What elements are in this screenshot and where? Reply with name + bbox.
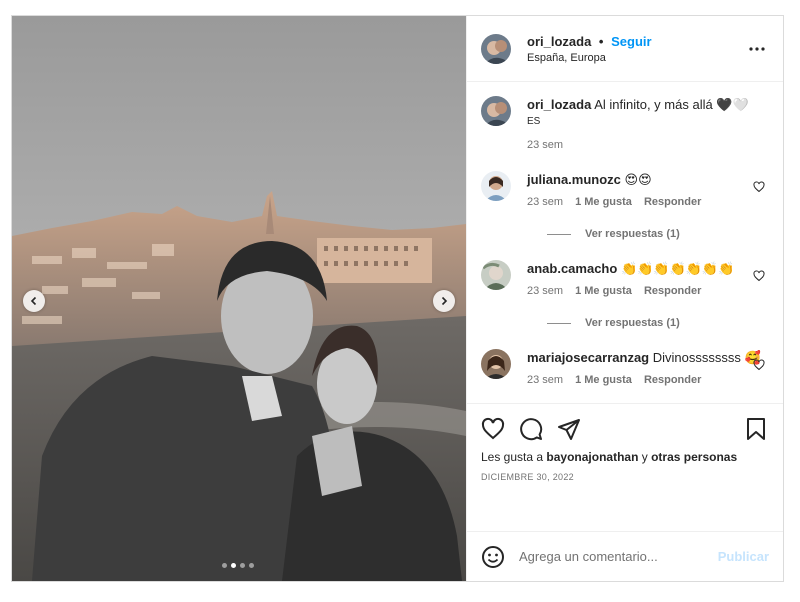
author-avatar[interactable] [481,33,511,64]
post-location[interactable]: España, Europa [527,52,652,64]
post-side-panel: ori_lozada • Seguir España, Europa ori_l… [466,16,783,581]
more-horizontal-icon [749,47,765,51]
more-options-button[interactable] [749,40,765,51]
previous-slide-button[interactable] [23,290,45,312]
comment-username[interactable]: anab.camacho [527,261,617,276]
comment-likes[interactable]: 1 Me gusta [575,374,632,386]
likes-prefix: Les gusta a [481,450,544,464]
comment-likes[interactable]: 1 Me gusta [575,196,632,208]
comment-icon [520,418,543,441]
caption-author[interactable]: ori_lozada [527,97,591,112]
chevron-right-icon [441,296,448,306]
separator-dot: • [598,33,604,49]
reply-button[interactable]: Responder [644,285,701,297]
heart-outline-icon [481,417,505,440]
caption-time[interactable]: 23 sem [527,139,563,151]
comment-item: anab.camacho 👏👏👏👏👏👏👏 23 sem 1 Me gusta R… [481,260,769,297]
likes-summary: Les gusta a bayonajonathan y otras perso… [481,450,769,464]
heart-outline-icon [753,270,765,282]
post-actions: Les gusta a bayonajonathan y otras perso… [467,403,783,531]
replies-divider [547,322,571,324]
liked-by-user[interactable]: bayonajonathan [546,450,638,464]
save-button[interactable] [745,417,767,441]
like-comment-button[interactable] [753,270,765,285]
author-username[interactable]: ori_lozada [527,34,591,49]
carousel-dot [249,563,254,568]
view-replies-label: Ver respuestas (1) [585,317,680,329]
carousel-dot [240,563,245,568]
comment-button[interactable] [519,417,543,441]
post-header: ori_lozada • Seguir España, Europa [467,16,783,82]
comment-input[interactable]: Agrega un comentario... [519,549,718,564]
reply-button[interactable]: Responder [644,374,701,386]
add-comment-bar: Agrega un comentario... Publicar [467,531,783,581]
commenter-avatar[interactable] [481,260,511,290]
post-dialog: ori_lozada • Seguir España, Europa ori_l… [11,15,784,582]
likes-middle: y [641,450,648,464]
like-post-button[interactable] [481,417,505,441]
carousel-indicator [222,563,254,568]
post-image [12,16,466,581]
comment-time[interactable]: 23 sem [527,196,563,208]
comment-time[interactable]: 23 sem [527,374,563,386]
others-likes-link[interactable]: otras personas [651,450,737,464]
comment-text: 👏👏👏👏👏👏👏 [620,261,735,276]
replies-divider [547,233,571,235]
post-photo[interactable] [12,16,466,581]
view-replies-button[interactable]: Ver respuestas (1) [547,228,769,240]
comment-item: mariajosecarranzag Divinossssssss 🥰 23 s… [481,349,769,386]
author-avatar[interactable] [481,96,511,126]
heart-outline-icon [753,359,765,371]
follow-button[interactable]: Seguir [611,34,651,49]
publish-button[interactable]: Publicar [718,549,769,564]
comment-text: Divinossssssss 🥰 [652,350,761,365]
bookmark-icon [747,418,765,440]
comment-username[interactable]: juliana.munozc [527,172,621,187]
comment-time[interactable]: 23 sem [527,285,563,297]
next-slide-button[interactable] [433,290,455,312]
post-date[interactable]: DICIEMBRE 30, 2022 [481,472,769,482]
view-replies-label: Ver respuestas (1) [585,228,680,240]
comment-item: juliana.munozc 😍😍 23 sem 1 Me gusta Resp… [481,171,769,208]
comment-likes[interactable]: 1 Me gusta [575,285,632,297]
comment-text: 😍😍 [624,172,652,187]
caption-text: Al infinito, y más allá 🖤🤍 [594,97,749,112]
commenter-avatar[interactable] [481,349,511,379]
chevron-left-icon [30,296,37,306]
heart-outline-icon [753,181,765,193]
like-comment-button[interactable] [753,181,765,196]
carousel-dot [222,563,227,568]
emoji-button[interactable] [481,545,505,569]
comment-username[interactable]: mariajosecarranzag [527,350,649,365]
send-icon [558,419,580,440]
emoji-icon [482,545,504,568]
carousel-dot-active [231,563,236,568]
commenter-avatar[interactable] [481,171,511,201]
view-replies-button[interactable]: Ver respuestas (1) [547,317,769,329]
share-button[interactable] [557,417,581,441]
comments-section: ori_lozada Al infinito, y más allá 🖤🤍 ES… [467,82,783,403]
like-comment-button[interactable] [753,359,765,374]
reply-button[interactable]: Responder [644,196,701,208]
caption: ori_lozada Al infinito, y más allá 🖤🤍 ES… [481,96,769,151]
translate-language[interactable]: ES [527,116,769,127]
